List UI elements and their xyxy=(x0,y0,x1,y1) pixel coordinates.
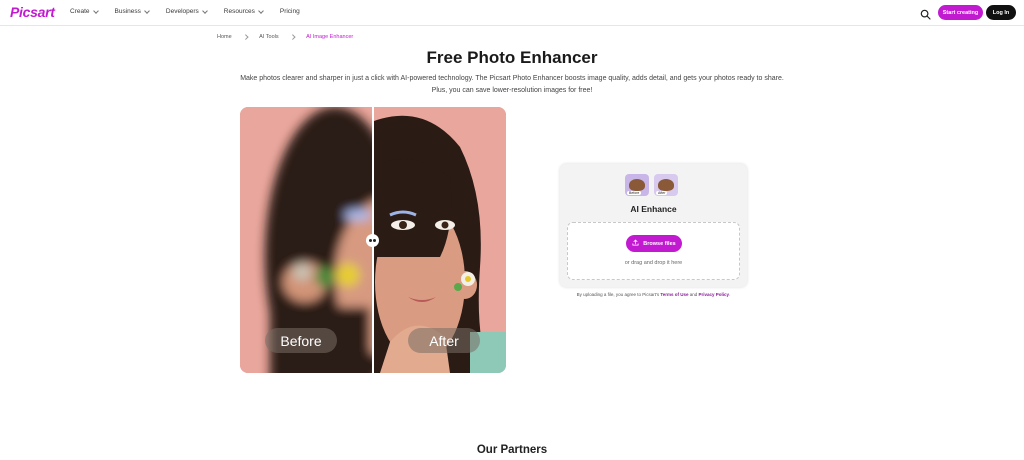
chevron-down-icon xyxy=(92,7,99,14)
page-title: Free Photo Enhancer xyxy=(426,48,598,67)
sample-thumbnails: Before After xyxy=(625,174,678,196)
chevron-down-icon xyxy=(201,7,208,14)
partners-heading: Our Partners xyxy=(476,444,548,456)
dog-image xyxy=(658,179,674,191)
after-label: After xyxy=(408,328,480,353)
comparison-slider-handle[interactable] xyxy=(366,234,379,247)
chevron-down-icon xyxy=(258,7,264,14)
start-creating-button[interactable]: Start creating xyxy=(938,5,983,20)
privacy-policy-link[interactable]: Privacy Policy xyxy=(699,292,730,297)
breadcrumb-home[interactable]: Home xyxy=(217,34,232,40)
breadcrumb: Home AI Tools AI Image Enhancer xyxy=(217,34,353,40)
dog-image xyxy=(629,179,645,191)
log-in-button[interactable]: Log In xyxy=(986,5,1016,20)
breadcrumb-current: AI Image Enhancer xyxy=(306,34,354,40)
top-navigation: Picsart Create Business Developers Resou… xyxy=(0,0,1024,26)
thumbnail-tag: Before xyxy=(627,191,642,195)
before-after-comparison[interactable]: Before After xyxy=(240,107,506,373)
main-menu: Create Business Developers Resources Pri… xyxy=(70,7,317,15)
card-title: AI Enhance xyxy=(630,204,677,214)
before-thumbnail: Before xyxy=(625,174,649,196)
menu-item-label: Resources xyxy=(223,8,255,15)
menu-item-pricing[interactable]: Pricing xyxy=(280,8,300,15)
menu-item-label: Business xyxy=(114,8,141,15)
after-thumbnail: After xyxy=(654,174,678,196)
thumbnail-tag: After xyxy=(656,191,668,195)
breadcrumb-ai-tools[interactable]: AI Tools xyxy=(259,34,278,40)
menu-item-label: Pricing xyxy=(279,8,300,15)
consent-suffix: . xyxy=(729,292,731,297)
menu-item-create[interactable]: Create xyxy=(70,7,99,15)
picsart-logo[interactable]: Picsart xyxy=(10,4,55,20)
chevron-down-icon xyxy=(144,7,150,14)
consent-prefix: By uploading a file, you agree to Picsar… xyxy=(576,292,661,297)
menu-item-label: Developers xyxy=(165,8,199,15)
browse-files-button[interactable]: Browse files xyxy=(626,235,682,252)
menu-item-label: Create xyxy=(70,8,90,15)
search-icon[interactable] xyxy=(920,7,931,20)
file-dropzone[interactable]: Browse files or drag and drop it here xyxy=(567,222,740,280)
page-description: Make photos clearer and sharper in just … xyxy=(240,75,784,94)
menu-item-resources[interactable]: Resources xyxy=(223,7,264,15)
drag-drop-hint: or drag and drop it here xyxy=(624,260,683,266)
before-label: Before xyxy=(265,328,337,353)
chevron-right-icon xyxy=(289,34,295,40)
upload-consent-text: By uploading a file, you agree to Picsar… xyxy=(560,292,747,297)
chevron-right-icon xyxy=(242,34,248,40)
consent-and: and xyxy=(688,292,699,297)
upload-icon xyxy=(632,239,639,248)
terms-of-use-link[interactable]: Terms of Use xyxy=(660,292,688,297)
browse-files-label: Browse files xyxy=(643,240,676,247)
menu-item-business[interactable]: Business xyxy=(114,7,150,15)
menu-item-developers[interactable]: Developers xyxy=(165,7,208,15)
upload-card: Before After AI Enhance Browse files or … xyxy=(560,164,747,287)
